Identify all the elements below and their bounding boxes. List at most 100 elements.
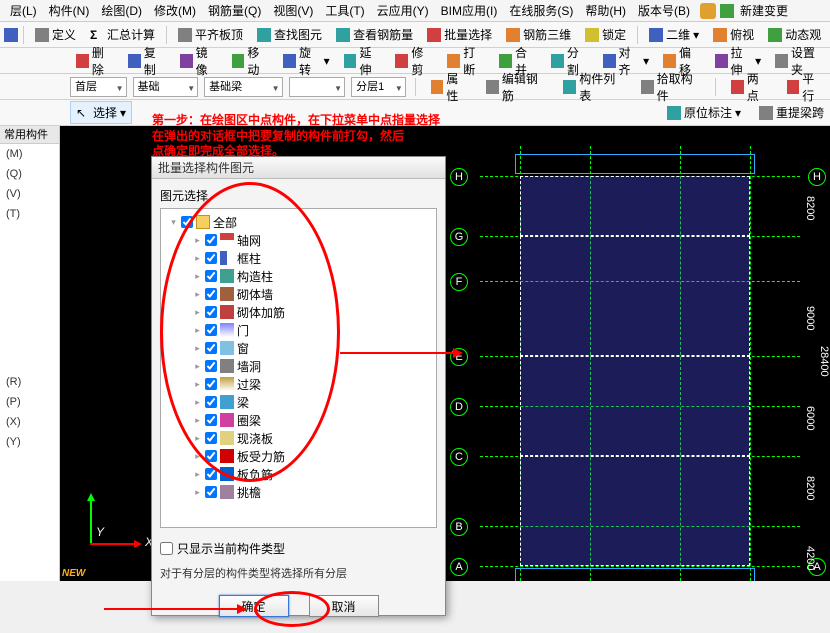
cube-icon [649,28,663,42]
dimension: 28400 [818,346,830,377]
component-list-button[interactable]: 构件列表 [557,67,628,107]
delete-button[interactable]: 删除 [70,41,120,81]
component-select[interactable] [289,77,346,97]
grid-label: A [450,558,468,576]
panel-item[interactable]: (Y) [0,432,59,452]
stretch-icon [715,54,728,68]
properties-icon [431,80,444,94]
list-icon [563,80,576,94]
mirror-icon [180,54,193,68]
menu-item[interactable]: 钢筋量(Q) [202,0,267,21]
grid-label: H [450,168,468,186]
panel-tab[interactable]: 常用构件 [0,126,59,144]
edit-rebar-button[interactable]: 编辑钢筋 [480,67,551,107]
add-icon [720,4,734,18]
batch-icon [427,28,441,42]
panel-item[interactable] [0,224,59,232]
extend-button[interactable]: 延伸 [338,41,388,81]
pick-icon [641,80,654,94]
grid-label: B [450,518,468,536]
annotation-arrow [340,352,460,354]
flatten-icon [178,28,192,42]
break-icon [447,54,460,68]
type-select[interactable]: 基础梁 [204,77,282,97]
menu-item[interactable]: 在线服务(S) [503,0,579,21]
rotate-button[interactable]: 旋转▾ [277,41,335,81]
trim-icon [395,54,408,68]
merge-icon [499,54,512,68]
dimension: 9000 [804,306,816,330]
relabel-button[interactable]: 重提梁跨 [753,101,830,124]
define-icon [35,28,49,42]
menu-item[interactable]: 构件(N) [43,0,96,21]
cantilever-icon [220,485,234,499]
cursor-icon: ↖ [76,106,90,120]
rotate-icon [283,54,296,68]
grid-label: C [450,448,468,466]
dimension: 6000 [804,406,816,430]
toolbar-context: 首层 基础 基础梁 分层1 属性 编辑钢筋 构件列表 拾取构件 两点 平行 [0,74,830,100]
tree-checkbox[interactable] [205,486,217,498]
menu-item[interactable]: BIM应用(I) [435,0,504,21]
grid-label: G [450,228,468,246]
dynamic-icon [768,28,782,42]
section-label: 图元选择 [160,187,437,204]
twopt-icon [731,80,744,94]
setcp-icon [775,54,788,68]
dimension: 8200 [804,196,816,220]
panel-item[interactable]: (M) [0,144,59,164]
delete-icon [76,54,89,68]
menu-bar: 层(L) 构件(N) 绘图(D) 修改(M) 钢筋量(Q) 视图(V) 工具(T… [0,0,830,22]
copy-button[interactable]: 复制 [122,41,172,81]
menu-item[interactable]: 版本号(B) [632,0,696,21]
panel-item[interactable]: (Q) [0,164,59,184]
category-select[interactable]: 基础 [133,77,199,97]
dimension: 4200 [804,546,816,570]
current-type-only-checkbox[interactable]: 只显示当前构件类型 [160,540,437,557]
panel-item[interactable]: (V) [0,184,59,204]
origin-dim-button[interactable]: 原位标注▾ [661,101,747,124]
floor-select[interactable]: 首层 [70,77,127,97]
panel-item[interactable]: (R) [0,372,59,392]
tree-node[interactable]: ▸挑檐 [165,483,432,501]
rebar3d-icon [506,28,520,42]
menu-item[interactable]: 修改(M) [148,0,202,21]
avatar-icon [700,3,716,19]
panel-item[interactable]: (T) [0,204,59,224]
annotation-circle [160,182,340,482]
dialog-title: 批量选择构件图元 [152,157,445,179]
lock-icon [585,28,599,42]
menu-item[interactable]: 层(L) [4,0,43,21]
grid-label: F [450,273,468,291]
menu-item[interactable]: 视图(V) [267,0,319,21]
move-button[interactable]: 移动 [226,41,276,81]
select-tool[interactable]: ↖选择▾ [70,101,132,124]
panel-item[interactable]: (X) [0,412,59,432]
properties-button[interactable]: 属性 [425,67,474,107]
menu-item[interactable]: 绘图(D) [95,0,148,21]
grid-label: H [808,168,826,186]
tree-node[interactable]: ▸板负筋 [165,465,432,483]
floor-plan: 1 2 3 4 A B C D E F G H A H 6000 14000 6… [480,146,800,581]
back-icon[interactable] [4,28,18,42]
menu-item[interactable]: 云应用(Y) [371,0,435,21]
annotation-circle [254,591,330,627]
menu-item[interactable]: 帮助(H) [579,0,632,21]
layer-select[interactable]: 分层1 [351,77,406,97]
menu-item[interactable]: 工具(T) [319,0,370,21]
extend-icon [344,54,357,68]
new-indicator: NEW [62,568,85,579]
split-icon [551,54,564,68]
relabel-icon [759,106,773,120]
search-rebar-icon [336,28,350,42]
dimension: 8200 [804,476,816,500]
grid-label: D [450,398,468,416]
mirror-button[interactable]: 镜像 [174,41,224,81]
component-panel: 常用构件 (M) (Q) (V) (T) (R) (P) (X) (Y) [0,126,60,581]
offset-icon [663,54,676,68]
new-change-button[interactable]: 新建变更 [734,0,794,21]
parallel-icon [787,80,800,94]
move-icon [232,54,245,68]
search-icon [257,28,271,42]
panel-item[interactable]: (P) [0,392,59,412]
